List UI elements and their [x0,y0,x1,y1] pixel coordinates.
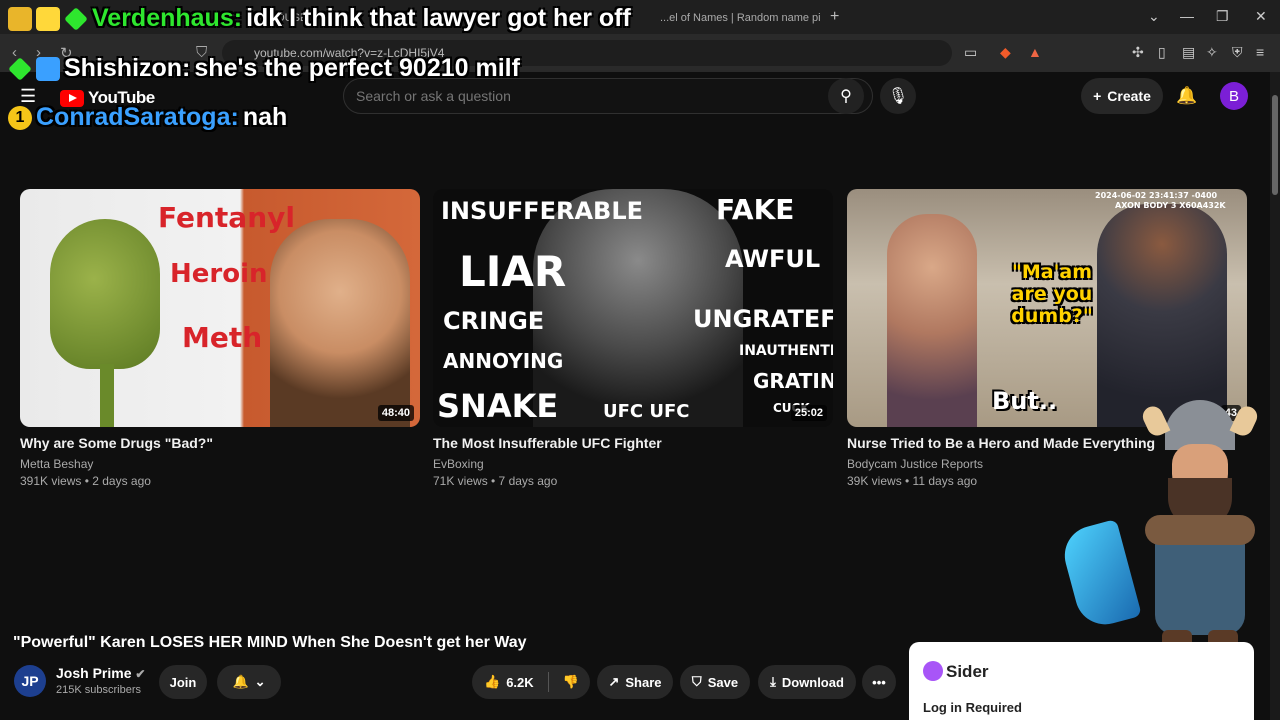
notifications-bell-icon[interactable]: 🔔 [1176,86,1197,106]
verified-icon: ✔ [135,667,146,681]
save-button[interactable]: ⛉ Save [680,665,750,699]
join-button[interactable]: Join [159,665,207,699]
search-icon: ⚲ [840,88,852,105]
video-main-title: "Powerful" Karen LOSES HER MIND When She… [13,634,527,651]
sider-brain-icon [923,661,943,681]
plus-icon: + [1093,88,1102,104]
search-button[interactable]: ⚲ [828,78,864,114]
subscriber-count: 215K subscribers [56,684,141,696]
wallet-icon[interactable]: ▤ [1182,44,1195,61]
video-title[interactable]: Nurse Tried to Be a Hero and Made Everyt… [847,435,1157,451]
sidebar-icon[interactable]: ▯ [1158,44,1166,61]
chat-message: Shishizon: she's the perfect 90210 milf [8,54,520,83]
channel-avatar[interactable]: JP [14,665,46,697]
more-actions-button[interactable]: ••• [862,665,896,699]
chat-message: 1 ConradSaratoga: nah [8,103,287,132]
scrollbar-thumb[interactable] [1272,95,1278,195]
sider-login-text[interactable]: Log in Required [923,700,1022,715]
sparkle-badge-icon [64,6,88,31]
divider [547,672,549,692]
video-thumbnail[interactable]: 2024-06-02 23:41:37 -0400 AXON BODY 3 X6… [847,189,1247,427]
video-thumbnail[interactable]: INSUFFERABLE FAKE LIAR AWFUL CRINGE UNGR… [433,189,833,427]
create-button[interactable]: + Create [1081,78,1163,114]
video-channel[interactable]: Bodycam Justice Reports [847,457,983,471]
thumbs-down-icon: 👎 [562,674,579,689]
video-channel[interactable]: EvBoxing [433,457,484,471]
poppy-pod-image [50,219,160,369]
video-thumbnail[interactable]: Fentanyl Heroin Meth 48:40 [20,189,420,427]
more-icon: ••• [872,674,886,690]
voice-search-button[interactable]: 🎙 [880,78,916,114]
video-title[interactable]: The Most Insufferable UFC Fighter [433,435,833,451]
share-button[interactable]: ↗ Share [597,665,673,699]
microphone-icon: 🎙 [887,88,909,105]
cast-icon[interactable]: ▭ [964,44,977,61]
video-meta: 39K views • 11 days ago [847,474,978,488]
bookmark-icon: ⛉ [691,674,702,689]
woman-image [887,214,977,427]
minimize-button[interactable]: — [1180,8,1194,24]
dislike-button[interactable]: 👎 [563,674,579,690]
og-badge-icon [36,6,60,31]
thumbs-up-icon: 👍 [484,674,501,689]
bell-icon: 🔔 [232,674,249,689]
share-icon: ↗ [608,674,620,689]
cube-badge-icon [36,56,60,81]
tab-list-icon[interactable]: ⌄ [1148,8,1160,25]
officer-image [1097,204,1227,427]
video-duration: 48:40 [377,405,414,421]
video-duration: 25:02 [790,405,827,421]
poppy-stem-image [100,364,114,427]
crown-badge-icon [8,6,32,31]
subscribed-notifications-button[interactable]: 🔔 ⌄ [217,665,281,699]
extensions-icon[interactable]: ✣ [1132,44,1144,61]
maximize-button[interactable]: ❐ [1216,8,1229,25]
download-icon: ⤓ [770,674,776,689]
brave-shield-icon[interactable]: ◆ [1000,44,1011,61]
menu-icon[interactable]: ≡ [1256,44,1264,60]
sider-title: Sider [946,662,989,681]
video-channel[interactable]: Metta Beshay [20,457,93,471]
presenter-face-image [270,219,410,427]
close-window-button[interactable]: ✕ [1255,8,1267,25]
sparkle-badge-icon [8,56,32,81]
like-button[interactable]: 👍 6.2K [484,674,534,690]
brave-rewards-icon[interactable]: ▲ [1028,44,1042,60]
vpn-icon[interactable]: ⛨ [1232,44,1243,61]
channel-name[interactable]: Josh Prime ✔ [56,665,145,681]
video-meta: 71K views • 7 days ago [433,474,558,488]
video-title[interactable]: Why are Some Drugs "Bad?" [20,435,420,451]
account-avatar[interactable]: B [1220,82,1248,110]
browser-tab[interactable]: ...el of Names | Random name pic... [660,6,820,30]
number-one-badge-icon: 1 [8,105,32,130]
axe-image [1058,518,1142,632]
download-button[interactable]: ⤓ Download [758,665,856,699]
search-box[interactable] [343,78,873,114]
video-meta: 391K views • 2 days ago [20,474,151,488]
chevron-down-icon: ⌄ [254,674,266,689]
like-dislike-group: 👍 6.2K 👎 [472,665,590,699]
new-tab-button[interactable]: + [830,8,839,26]
chat-message: Verdenhaus: idk I think that lawyer got … [8,4,631,33]
search-input[interactable] [356,88,806,104]
leo-icon[interactable]: ✧ [1206,44,1218,61]
